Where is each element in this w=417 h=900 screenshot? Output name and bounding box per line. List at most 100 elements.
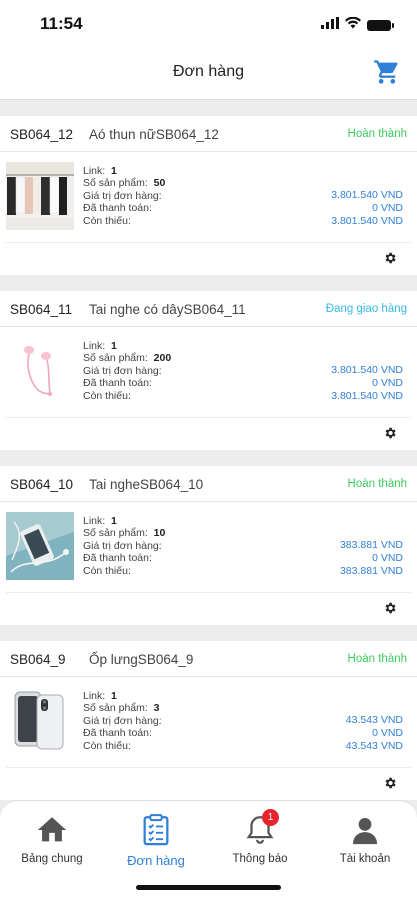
product-count: 3 — [153, 702, 160, 715]
order-details-values: 3.801.540 VND 0 VND 3.801.540 VND — [331, 364, 403, 403]
header: Đơn hàng — [0, 46, 417, 100]
link-label: Link: — [83, 515, 106, 527]
product-count: 50 — [153, 177, 166, 190]
tab-orders[interactable]: Đơn hàng — [104, 813, 208, 868]
paid-value: 0 VND — [372, 552, 403, 564]
gear-icon[interactable] — [383, 601, 397, 615]
order-value-label: Giá trị đơn hàng: — [83, 539, 162, 552]
gear-icon[interactable] — [383, 251, 397, 265]
tab-label: Đơn hàng — [127, 853, 185, 868]
remaining-label: Còn thiếu: — [83, 739, 131, 752]
page-title: Đơn hàng — [173, 63, 244, 80]
cart-button[interactable] — [373, 58, 401, 86]
order-header: SB064_10 Tai ngheSB064_10 Hoàn thành — [0, 466, 417, 502]
order-value: 43.543 VND — [345, 714, 403, 726]
bell-icon: 1 — [243, 809, 279, 847]
order-status: Đang giao hàng — [325, 303, 407, 315]
divider — [6, 767, 411, 768]
status-icons — [321, 16, 394, 34]
notification-badge: 1 — [262, 809, 279, 826]
status-bar: 11:54 — [0, 0, 417, 46]
tab-notifications[interactable]: 1 Thông báo — [208, 809, 312, 865]
signal-icon — [321, 16, 339, 34]
order-header: SB064_11 Tai nghe có dâySB064_11 Đang gi… — [0, 291, 417, 327]
product-image-phone-case — [6, 687, 74, 755]
wifi-icon — [345, 16, 361, 34]
order-name: Tai ngheSB064_10 — [89, 477, 204, 492]
link-count: 1 — [111, 165, 117, 177]
remaining-value: 3.801.540 VND — [331, 390, 403, 402]
order-list: SB064_12 Aó thun nữSB064_12 Hoàn thành L — [0, 100, 417, 800]
order-value-label: Giá trị đơn hàng: — [83, 189, 162, 202]
link-count: 1 — [111, 515, 117, 527]
order-code: SB064_10 — [10, 477, 74, 492]
remaining-label: Còn thiếu: — [83, 214, 131, 227]
cart-icon — [374, 60, 398, 84]
order-name: Tai nghe có dâySB064_11 — [89, 302, 246, 317]
gear-icon[interactable] — [383, 426, 397, 440]
order-details-values: 3.801.540 VND 0 VND 3.801.540 VND — [331, 189, 403, 228]
order-value: 3.801.540 VND — [331, 364, 403, 376]
order-code: SB064_11 — [10, 302, 73, 317]
order-details-labels: Link: 1 Số sản phẩm: 50 Giá trị đơn hàng… — [83, 165, 165, 227]
remaining-value: 3.801.540 VND — [331, 215, 403, 227]
tab-dashboard[interactable]: Bảng chung — [0, 813, 104, 865]
product-image-headphones — [6, 512, 74, 580]
paid-label: Đã thanh toán: — [83, 377, 152, 390]
order-details-labels: Link: 1 Số sản phẩm: 10 Giá trị đơn hàng… — [83, 515, 165, 577]
order-details-labels: Link: 1 Số sản phẩm: 3 Giá trị đơn hàng:… — [83, 690, 162, 752]
divider — [6, 242, 411, 243]
order-value-label: Giá trị đơn hàng: — [83, 714, 162, 727]
order-code: SB064_9 — [10, 652, 66, 667]
home-icon — [35, 813, 69, 847]
product-count: 200 — [153, 352, 172, 365]
tab-label: Tài khoản — [339, 853, 391, 865]
paid-value: 0 VND — [372, 202, 403, 214]
order-card[interactable]: SB064_12 Aó thun nữSB064_12 Hoàn thành L — [0, 116, 417, 275]
remaining-value: 43.543 VND — [345, 740, 403, 752]
order-details-values: 383.881 VND 0 VND 383.881 VND — [340, 539, 403, 578]
order-header: SB064_9 Ốp lưngSB064_9 Hoàn thành — [0, 641, 417, 677]
paid-label: Đã thanh toán: — [83, 727, 152, 740]
order-card[interactable]: SB064_10 Tai ngheSB064_10 Hoàn thành Lin… — [0, 466, 417, 625]
paid-label: Đã thanh toán: — [83, 552, 152, 565]
divider — [6, 417, 411, 418]
tab-label: Thông báo — [232, 853, 288, 865]
product-count-label: Số sản phẩm: — [83, 352, 148, 365]
status-time: 11:54 — [40, 14, 83, 33]
product-count: 10 — [153, 527, 166, 540]
gear-icon[interactable] — [383, 776, 397, 790]
order-card[interactable]: SB064_9 Ốp lưngSB064_9 Hoàn thành Link: … — [0, 641, 417, 800]
tab-account[interactable]: Tài khoản — [313, 813, 417, 865]
order-header: SB064_12 Aó thun nữSB064_12 Hoàn thành — [0, 116, 417, 152]
order-name: Aó thun nữSB064_12 — [89, 127, 219, 142]
divider — [6, 592, 411, 593]
tab-label: Bảng chung — [21, 853, 83, 865]
product-count-label: Số sản phẩm: — [83, 527, 148, 540]
product-image-tshirts — [6, 162, 74, 230]
link-label: Link: — [83, 690, 106, 702]
order-details-values: 43.543 VND 0 VND 43.543 VND — [346, 714, 403, 753]
order-value-label: Giá trị đơn hàng: — [83, 364, 162, 377]
link-count: 1 — [111, 340, 117, 352]
product-count-label: Số sản phẩm: — [83, 702, 148, 715]
order-card[interactable]: SB064_11 Tai nghe có dâySB064_11 Đang gi… — [0, 291, 417, 450]
order-value: 3.801.540 VND — [331, 189, 403, 201]
order-details-labels: Link: 1 Số sản phẩm: 200 Giá trị đơn hàn… — [83, 340, 171, 402]
remaining-label: Còn thiếu: — [83, 564, 131, 577]
order-value: 383.881 VND — [339, 539, 403, 551]
order-status: Hoàn thành — [347, 128, 407, 140]
paid-value: 0 VND — [372, 727, 403, 739]
order-code: SB064_12 — [10, 127, 74, 142]
paid-label: Đã thanh toán: — [83, 202, 152, 215]
order-name: Ốp lưngSB064_9 — [89, 652, 194, 667]
order-status: Hoàn thành — [347, 653, 407, 665]
product-count-label: Số sản phẩm: — [83, 177, 148, 190]
user-icon — [348, 813, 382, 847]
home-indicator — [136, 885, 281, 890]
battery-icon — [367, 19, 394, 31]
product-image-earphones — [6, 337, 74, 405]
remaining-label: Còn thiếu: — [83, 389, 131, 402]
link-count: 1 — [111, 690, 117, 702]
link-label: Link: — [83, 340, 106, 352]
